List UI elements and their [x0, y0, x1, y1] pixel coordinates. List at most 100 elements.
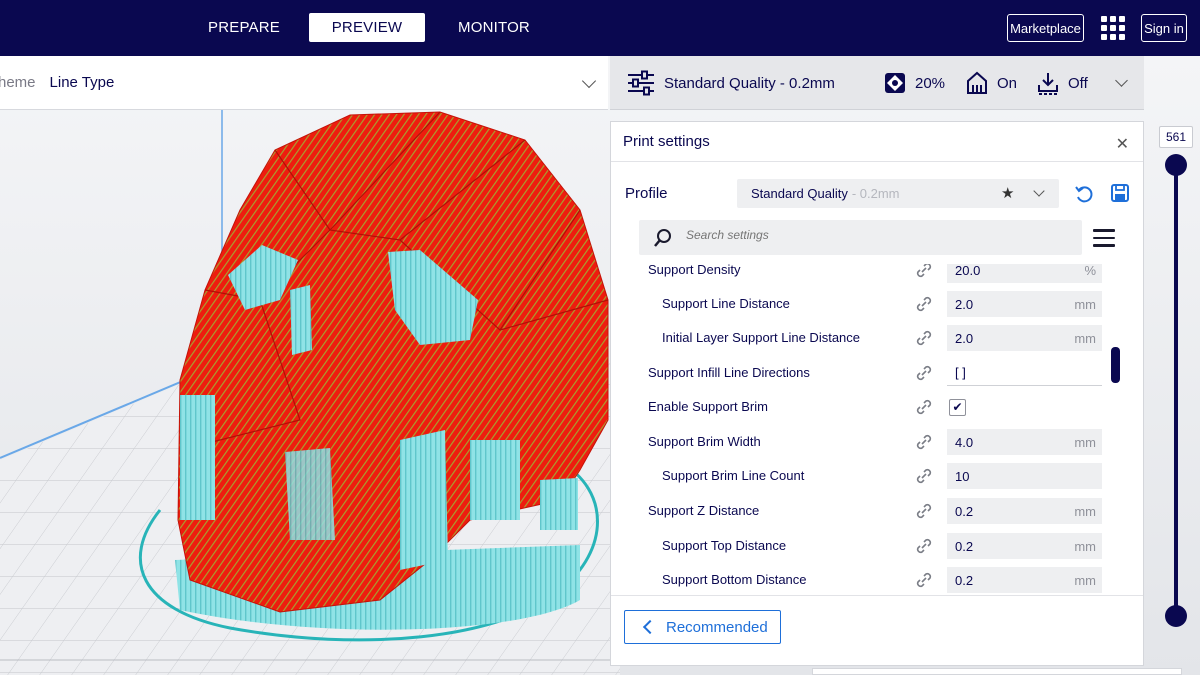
settings-scrollbar[interactable]	[1111, 347, 1120, 383]
marketplace-button[interactable]: Marketplace	[1007, 14, 1084, 42]
grid-apps-icon[interactable]	[1101, 16, 1125, 40]
setting-unit: mm	[1074, 331, 1096, 346]
link-icon[interactable]	[915, 264, 933, 279]
setting-value-field[interactable]: 20.0%	[947, 264, 1102, 283]
link-icon[interactable]	[915, 537, 933, 555]
setting-value-field[interactable]: [ ]	[947, 360, 1102, 386]
setting-label: Support Brim Width	[648, 434, 761, 449]
setting-label: Support Brim Line Count	[662, 468, 805, 483]
search-settings-box[interactable]	[639, 220, 1082, 255]
setting-label: Initial Layer Support Line Distance	[662, 330, 861, 345]
infill-icon	[885, 73, 905, 93]
setting-value: 10	[955, 468, 970, 484]
link-icon[interactable]	[915, 329, 933, 347]
infill-value: 20%	[915, 74, 946, 92]
layer-slider-top-handle[interactable]	[1165, 154, 1187, 176]
search-input[interactable]	[686, 228, 1066, 242]
setting-value-field[interactable]: 10	[947, 463, 1102, 489]
tab-monitor[interactable]: MONITOR	[448, 13, 540, 42]
setting-value: 0.2	[955, 538, 974, 554]
adhesion-summary: Off	[1036, 56, 1088, 110]
setting-row: Support Bottom Distance 0.2 mm	[611, 564, 1121, 594]
profile-suffix: - 0.2mm	[851, 186, 900, 201]
setting-row: Support Density 20.0%	[611, 264, 1121, 288]
current-layer-field[interactable]: 561	[1159, 126, 1193, 148]
setting-value: [ ]	[955, 365, 966, 380]
print-setup-summary-bar[interactable]: Standard Quality - 0.2mm 20% On Off	[610, 56, 1144, 110]
setting-value-field[interactable]: 2.0 mm	[947, 291, 1102, 317]
chevron-down-icon	[581, 73, 597, 89]
setting-value: 4.0	[955, 434, 974, 450]
support-summary: On	[965, 56, 1017, 110]
tab-preview[interactable]: PREVIEW	[309, 13, 425, 42]
chevron-left-icon	[642, 619, 658, 635]
color-scheme-label: heme	[0, 74, 36, 91]
panel-header: Print settings ✕	[611, 122, 1143, 162]
layer-slider-track[interactable]	[1174, 165, 1178, 617]
setting-row: Support Infill Line Directions [ ]	[611, 357, 1121, 391]
setting-row: Support Brim Width 4.0 mm	[611, 426, 1121, 460]
setting-value-field[interactable]: 0.2 mm	[947, 533, 1102, 559]
setting-value-field[interactable]: 4.0 mm	[947, 429, 1102, 455]
panel-footer: Recommended	[611, 595, 1143, 665]
close-icon[interactable]: ✕	[1116, 134, 1129, 154]
link-icon[interactable]	[915, 433, 933, 451]
link-icon[interactable]	[915, 295, 933, 313]
profile-label: Profile	[625, 185, 668, 202]
setting-value: 2.0	[955, 330, 974, 346]
tab-prepare[interactable]: PREPARE	[199, 13, 289, 42]
chevron-down-icon[interactable]	[1115, 74, 1128, 87]
support-icon	[967, 71, 987, 94]
link-icon[interactable]	[915, 502, 933, 520]
setting-label: Support Line Distance	[662, 296, 790, 311]
panel-title: Print settings	[623, 133, 710, 150]
print-settings-panel: Print settings ✕ Profile Standard Qualit…	[610, 121, 1144, 666]
bottom-panel-edge	[812, 668, 1182, 675]
setting-unit: %	[1084, 264, 1096, 278]
link-icon[interactable]	[915, 467, 933, 485]
setting-unit: mm	[1074, 504, 1096, 519]
settings-sliders-icon	[628, 70, 654, 96]
setting-row: Support Brim Line Count 10	[611, 460, 1121, 494]
link-icon[interactable]	[915, 364, 933, 382]
color-scheme-selector[interactable]: heme Line Type	[0, 56, 608, 110]
profile-dropdown[interactable]: Standard Quality - 0.2mm ★	[737, 179, 1059, 208]
infill-summary: 20%	[884, 56, 945, 110]
top-navigation-bar: PREPARE PREVIEW MONITOR Marketplace Sign…	[0, 0, 1200, 56]
setting-unit: mm	[1074, 435, 1096, 450]
color-scheme-value: Line Type	[49, 74, 115, 91]
setting-value: 0.2	[955, 503, 974, 519]
setting-unit: mm	[1074, 573, 1096, 588]
settings-list[interactable]: Support Density 20.0% Support Line Dista…	[611, 264, 1121, 594]
setting-value-field[interactable]: 0.2 mm	[947, 567, 1102, 593]
setting-value: 2.0	[955, 296, 974, 312]
setting-row: Support Z Distance 0.2 mm	[611, 495, 1121, 529]
setting-value: 20.0	[955, 264, 981, 278]
reset-icon[interactable]	[1074, 184, 1094, 204]
setting-value: 0.2	[955, 572, 974, 588]
setting-unit: mm	[1074, 297, 1096, 312]
setting-unit: mm	[1074, 539, 1096, 554]
setting-label: Support Top Distance	[662, 538, 787, 553]
setting-value-field[interactable]: 2.0 mm	[947, 325, 1102, 351]
setting-label: Support Infill Line Directions	[648, 365, 810, 380]
setting-row: Initial Layer Support Line Distance 2.0 m…	[611, 322, 1121, 356]
layer-slider-bottom-handle[interactable]	[1165, 605, 1187, 627]
star-icon[interactable]: ★	[1001, 184, 1014, 202]
profile-summary-text: Standard Quality - 0.2mm	[664, 74, 835, 92]
save-icon[interactable]	[1110, 183, 1130, 203]
print-profile-summary: Standard Quality - 0.2mm	[626, 56, 835, 110]
setting-value-field[interactable]: 0.2 mm	[947, 498, 1102, 524]
search-icon	[654, 229, 671, 247]
setting-row: Enable Support Brim ✔	[611, 391, 1121, 425]
link-icon[interactable]	[915, 398, 933, 416]
sign-in-button[interactable]: Sign in	[1141, 14, 1187, 42]
setting-row: Support Line Distance 2.0 mm	[611, 288, 1121, 322]
recommended-button[interactable]: Recommended	[624, 610, 781, 644]
link-icon[interactable]	[915, 571, 933, 589]
settings-visibility-menu-icon[interactable]	[1093, 229, 1115, 247]
setting-label: Support Bottom Distance	[662, 572, 807, 587]
support-value: On	[997, 74, 1018, 92]
enable-support-brim-checkbox[interactable]: ✔	[949, 399, 966, 416]
recommended-label: Recommended	[666, 618, 768, 636]
